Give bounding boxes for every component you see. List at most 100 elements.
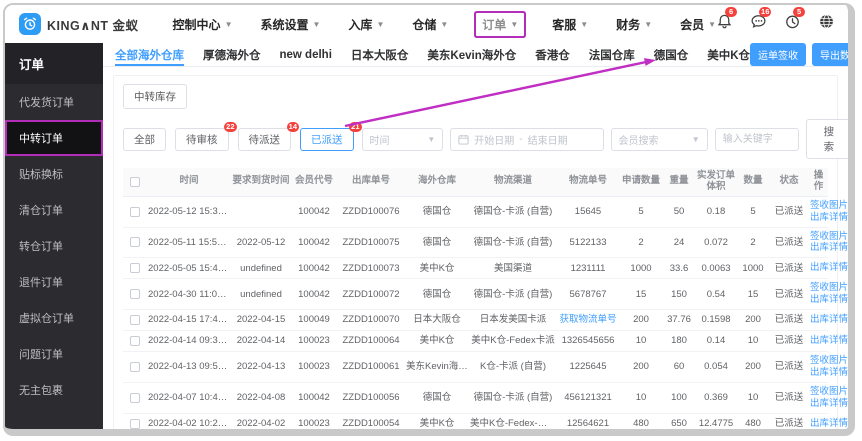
time-type-select[interactable]: 时间 ▼ [361, 127, 444, 151]
sidebar-item[interactable]: 虚拟仓订单 [5, 300, 103, 336]
sidebar-item[interactable]: 清仓订单 [5, 192, 103, 228]
cell-logistics-channel: 美中K仓-Fedex卡派 [471, 335, 555, 347]
top-navigation-bar: KING∧NT 金蚁 控制中心 ▼ 系统设置 ▼ 入库 ▼ 仓储 ▼ 订单 ▼ … [5, 5, 848, 43]
globe-icon[interactable] [818, 13, 835, 30]
cell-weight: 180 [671, 335, 687, 347]
cell-warehouse: 德国仓 [422, 206, 452, 218]
sidebar-item[interactable]: 退件订单 [5, 264, 103, 300]
kingant-logo-icon [19, 13, 41, 35]
row-checkbox[interactable] [130, 206, 140, 217]
cell-actions: 签收图片 出库详情 [809, 197, 848, 227]
outbound-detail-link[interactable]: 出库详情 [810, 294, 848, 306]
status-chip[interactable]: 待派送 14 [237, 121, 299, 151]
menu-item[interactable]: 仓储 ▼ [412, 16, 448, 33]
cell-outbound-no: ZZDD100073 [342, 262, 400, 274]
cell-apply-qty: 10 [635, 335, 647, 347]
cell-status: 已派送 [774, 236, 804, 248]
menu-item[interactable]: 财务 ▼ [616, 16, 652, 33]
sidebar-item[interactable]: 问题订单 [5, 336, 103, 372]
status-chip[interactable]: 全部 [123, 127, 166, 151]
time-select-value: 时间 [369, 135, 390, 147]
cell-outbound-no: ZZDD100076 [342, 206, 400, 218]
cell-qty: 1000 [742, 262, 764, 274]
cell-actions: 签收图片 出库详情 [809, 228, 848, 258]
gauge-icon[interactable]: 5 [784, 7, 806, 30]
sidebar-item[interactable]: 贴标换标 [5, 156, 103, 192]
header-action-button[interactable]: 运单签收 [750, 43, 807, 66]
date-end-placeholder: 结束日期 [527, 135, 568, 147]
sidebar-item[interactable]: 无主包裹 [5, 372, 103, 408]
sign-image-link[interactable]: 签收图片 [810, 355, 848, 367]
outbound-detail-link[interactable]: 出库详情 [810, 335, 848, 347]
sidebar-item[interactable]: 代发货订单 [5, 84, 103, 120]
sign-image-link[interactable]: 签收图片 [810, 200, 848, 212]
menu-item[interactable]: 控制中心 ▼ [173, 16, 233, 33]
sidebar-item[interactable]: 中转订单 [5, 120, 103, 156]
menu-item[interactable]: 客服 ▼ [552, 16, 588, 33]
row-checkbox[interactable] [130, 361, 140, 372]
menu-item-label: 仓储 [412, 17, 437, 32]
cell-status: 已派送 [774, 417, 804, 429]
cell-qty: 5 [750, 206, 756, 218]
select-all-checkbox[interactable] [130, 176, 140, 187]
outbound-detail-link[interactable]: 出库详情 [810, 212, 848, 224]
sign-image-link[interactable]: 签收图片 [810, 386, 848, 398]
search-button[interactable]: 搜索 [805, 119, 848, 159]
warehouse-tab[interactable]: 日本大阪仓 [351, 43, 409, 66]
row-checkbox[interactable] [130, 263, 140, 274]
row-checkbox[interactable] [130, 289, 140, 300]
date-range-picker[interactable]: 开始日期 - 结束日期 [450, 127, 604, 151]
sidebar-item-label: 问题订单 [19, 349, 63, 361]
transit-inventory-button[interactable]: 中转库存 [123, 84, 187, 109]
row-checkbox[interactable] [130, 237, 140, 248]
outbound-detail-link[interactable]: 出库详情 [810, 314, 848, 326]
column-header: 状态 [779, 175, 799, 187]
row-checkbox[interactable] [130, 418, 140, 429]
row-checkbox[interactable] [130, 315, 140, 326]
menu-item[interactable]: 系统设置 ▼ [260, 16, 320, 33]
status-filter-chips: 全部 待审核 22 待派送 14 已派送 21 [123, 121, 362, 151]
outbound-detail-link[interactable]: 出库详情 [810, 418, 848, 429]
column-header: 海外仓库 [417, 175, 456, 187]
warehouse-tab[interactable]: new delhi [280, 43, 332, 66]
status-chip[interactable]: 待审核 22 [175, 121, 237, 151]
cell-outbound-no: ZZDD100061 [342, 361, 400, 373]
cell-member-code: 100042 [298, 236, 330, 248]
warehouse-tab[interactable]: 德国仓 [654, 43, 689, 66]
warehouse-tab[interactable]: 厚德海外仓 [203, 43, 261, 66]
sign-image-link[interactable]: 签收图片 [810, 231, 848, 243]
header-action-button[interactable]: 导出数据 [812, 43, 848, 66]
sign-image-link[interactable]: 签收图片 [810, 282, 848, 294]
warehouse-tab[interactable]: 法国仓库 [589, 43, 635, 66]
row-checkbox[interactable] [130, 392, 140, 403]
bell-icon[interactable]: 6 [716, 7, 738, 30]
sidebar-item[interactable]: 转仓订单 [5, 228, 103, 264]
row-checkbox[interactable] [130, 336, 140, 347]
cell-required-arrival [231, 209, 291, 215]
menu-item[interactable]: 订单 ▼ [476, 13, 524, 36]
outbound-detail-link[interactable]: 出库详情 [810, 367, 848, 379]
cell-apply-qty: 200 [633, 361, 649, 373]
keyword-input[interactable] [714, 127, 799, 151]
menu-item[interactable]: 入库 ▼ [348, 16, 384, 33]
outbound-detail-link[interactable]: 出库详情 [810, 262, 848, 274]
warehouse-tab[interactable]: 美东Kevin海外仓 [427, 43, 516, 66]
cell-required-arrival: 2022-04-13 [236, 361, 286, 373]
member-search-select[interactable]: 会员搜索 ▼ [610, 127, 708, 151]
monitor-icon[interactable] [852, 13, 855, 30]
outbound-detail-link[interactable]: 出库详情 [810, 242, 848, 254]
table-row: 2022-05-05 15:43:12 undefined 100042 ZZD… [123, 258, 848, 280]
cell-qty: 10 [747, 392, 759, 404]
status-chip[interactable]: 已派送 21 [300, 121, 362, 151]
cell-required-arrival: undefined [240, 288, 282, 300]
message-icon[interactable]: 16 [750, 7, 772, 30]
cell-time: 2022-05-11 15:53:41 [148, 236, 231, 248]
brand-name: KING∧NT 金蚁 [47, 18, 139, 33]
warehouse-tab[interactable]: 美中K仓 [707, 43, 750, 66]
menu-item[interactable]: 会员 ▼ [680, 16, 716, 33]
warehouse-tab[interactable]: 香港仓 [535, 43, 570, 66]
status-chip-count-badge: 21 [349, 121, 362, 132]
column-header: 时间 [179, 175, 199, 187]
outbound-detail-link[interactable]: 出库详情 [810, 398, 848, 410]
warehouse-tab[interactable]: 全部海外仓库 [115, 43, 184, 66]
